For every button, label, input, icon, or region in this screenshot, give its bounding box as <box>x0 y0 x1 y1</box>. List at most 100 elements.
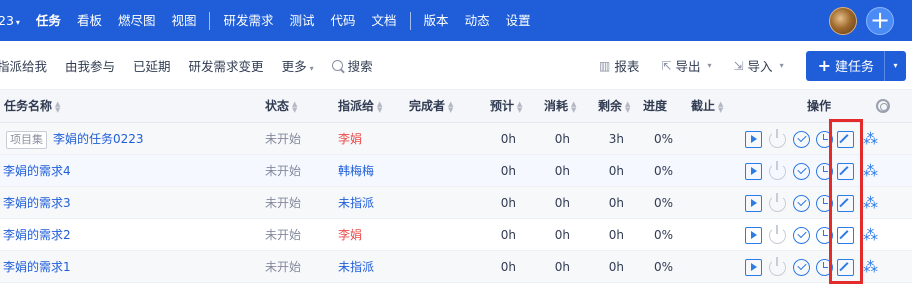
estimate-cell: 0h <box>500 228 516 242</box>
status-cell: 未开始 <box>265 228 302 242</box>
left-cell: 3h <box>608 132 624 146</box>
task-name-link[interactable]: 李娟的需求4 <box>3 164 71 178</box>
table-row[interactable]: 李娟的需求1 未开始 未指派 0h 0h 0h 0% ⁂ <box>0 251 912 283</box>
play-icon[interactable] <box>745 131 762 148</box>
check-circle-icon[interactable] <box>793 163 810 180</box>
nav-tab-testing[interactable]: 测试 <box>282 0 323 41</box>
task-name-cell: 李娟的需求3 <box>3 187 71 219</box>
nav-divider <box>209 11 211 30</box>
estimate-cell: 0h <box>500 196 516 210</box>
play-icon[interactable] <box>745 259 762 276</box>
status-cell: 未开始 <box>265 132 302 146</box>
col-left[interactable]: 剩余 ▲ ▼ <box>598 90 630 123</box>
nav-tab-docs[interactable]: 文档 <box>364 0 405 41</box>
col-actions: 操作 <box>807 99 832 113</box>
power-icon[interactable] <box>769 161 786 180</box>
check-circle-icon[interactable] <box>793 259 810 276</box>
play-icon[interactable] <box>745 163 762 180</box>
table-header: 任务名称 ▲ ▼ 状态 ▲ ▼ 指派给 ▲ ▼ 完成者 ▲ ▼ 预计 ▲ ▼ 消耗 ▲ ▼ 剩余 ▲ ▼ 进… <box>0 90 912 123</box>
tree-icon[interactable]: ⁂ <box>862 131 879 148</box>
create-task-dropdown[interactable]: ▾ <box>884 50 906 81</box>
power-icon[interactable] <box>769 129 786 148</box>
check-circle-icon[interactable] <box>793 227 810 244</box>
sort-icon: ▲ ▼ <box>571 99 577 114</box>
task-name-link[interactable]: 李娟的需求1 <box>3 260 71 274</box>
status-cell: 未开始 <box>265 260 302 274</box>
left-cell: 0h <box>608 228 624 242</box>
nav-tab-tasks[interactable]: 任务 <box>28 0 69 41</box>
tree-icon[interactable]: ⁂ <box>862 259 879 276</box>
sort-icon: ▲ ▼ <box>55 99 61 114</box>
task-name-cell: 项目集 李娟的任务0223 <box>6 123 144 155</box>
nav-tab-kanban[interactable]: 看板 <box>69 0 110 41</box>
left-cell: 0h <box>608 196 624 210</box>
sort-icon: ▲ ▼ <box>292 99 298 114</box>
assignee-cell[interactable]: 李娟 <box>338 123 362 155</box>
nav-tab-burndown[interactable]: 燃尽图 <box>110 0 164 41</box>
play-icon[interactable] <box>745 195 762 212</box>
bar-chart-icon: ▥ <box>599 58 611 73</box>
nav-tab-releases[interactable]: 版本 <box>416 0 457 41</box>
check-circle-icon[interactable] <box>793 195 810 212</box>
filter-delayed[interactable]: 已延期 <box>124 56 180 75</box>
task-name-cell: 李娟的需求2 <box>3 219 71 251</box>
project-switcher[interactable]: 23 ▾ <box>0 0 28 41</box>
report-button[interactable]: ▥ 报表 <box>599 56 639 75</box>
nav-tab-views[interactable]: 视图 <box>163 0 204 41</box>
sort-icon: ▲ ▼ <box>377 99 383 114</box>
filter-more[interactable]: 更多 ▾ <box>273 56 323 75</box>
table-row[interactable]: 李娟的需求4 未开始 韩梅梅 0h 0h 0h 0% ⁂ <box>0 155 912 187</box>
tree-icon[interactable]: ⁂ <box>862 195 879 212</box>
progress-cell: 0% <box>653 260 673 274</box>
program-tag: 项目集 <box>6 131 47 149</box>
table-row[interactable]: 李娟的需求2 未开始 李娟 0h 0h 0h 0% ⁂ <box>0 219 912 251</box>
col-status[interactable]: 状态 ▲ ▼ <box>265 90 297 123</box>
export-button[interactable]: ⇱ 导出 ▾ <box>661 56 711 75</box>
nav-tab-code[interactable]: 代码 <box>323 0 364 41</box>
col-consumed[interactable]: 消耗 ▲ ▼ <box>544 90 576 123</box>
task-name-link[interactable]: 李娟的任务0223 <box>53 132 144 146</box>
create-task-button[interactable]: + 建任务 <box>805 50 884 81</box>
power-icon[interactable] <box>769 225 786 244</box>
estimate-cell: 0h <box>500 132 516 146</box>
table-row[interactable]: 李娟的需求3 未开始 未指派 0h 0h 0h 0% ⁂ <box>0 187 912 219</box>
status-cell: 未开始 <box>265 164 302 178</box>
col-progress[interactable]: 进度 <box>643 90 667 123</box>
progress-cell: 0% <box>653 132 673 146</box>
user-avatar[interactable] <box>829 7 857 35</box>
col-finisher[interactable]: 完成者 ▲ ▼ <box>409 90 453 123</box>
filter-assigned-to-me[interactable]: 指派给我 <box>0 56 56 75</box>
col-estimate[interactable]: 预计 ▲ ▼ <box>490 90 522 123</box>
export-icon: ⇱ <box>661 58 672 73</box>
sort-icon: ▲ ▼ <box>448 99 454 114</box>
assignee-cell[interactable]: 李娟 <box>338 219 362 251</box>
nav-tab-activity[interactable]: 动态 <box>457 0 498 41</box>
import-icon: ⇲ <box>733 58 744 73</box>
filter-requirement-changed[interactable]: 研发需求变更 <box>180 56 273 75</box>
task-name-cell: 李娟的需求1 <box>3 251 71 283</box>
tree-icon[interactable]: ⁂ <box>862 163 879 180</box>
task-name-link[interactable]: 李娟的需求2 <box>3 228 71 242</box>
nav-divider <box>409 11 411 30</box>
column-settings-gear-icon[interactable] <box>876 99 890 113</box>
power-icon[interactable] <box>769 193 786 212</box>
task-name-link[interactable]: 李娟的需求3 <box>3 196 71 210</box>
col-assignee[interactable]: 指派给 ▲ ▼ <box>338 90 382 123</box>
power-icon[interactable] <box>769 257 786 276</box>
nav-tab-settings[interactable]: 设置 <box>498 0 539 41</box>
play-icon[interactable] <box>745 227 762 244</box>
search-button[interactable]: 搜索 <box>323 56 382 75</box>
tree-icon[interactable]: ⁂ <box>862 227 879 244</box>
table-row[interactable]: 项目集 李娟的任务0223 未开始 李娟 0h 0h 3h 0% ⁂ <box>0 123 912 155</box>
col-deadline[interactable]: 截止 ▲ ▼ <box>691 90 723 123</box>
nav-tab-requirements[interactable]: 研发需求 <box>215 0 281 41</box>
assignee-cell[interactable]: 未指派 <box>338 251 374 283</box>
filter-toolbar: 指派给我 由我参与 已延期 研发需求变更 更多 ▾ 搜索 ▥ 报表 ⇱ 导出 ▾ ⇲ 导入… <box>0 41 912 90</box>
import-button[interactable]: ⇲ 导入 ▾ <box>733 56 783 75</box>
assignee-cell[interactable]: 韩梅梅 <box>338 155 374 187</box>
check-circle-icon[interactable] <box>793 131 810 148</box>
global-add-button[interactable]: + <box>866 7 894 35</box>
assignee-cell[interactable]: 未指派 <box>338 187 374 219</box>
filter-involved[interactable]: 由我参与 <box>56 56 124 75</box>
col-name[interactable]: 任务名称 ▲ ▼ <box>4 90 60 123</box>
